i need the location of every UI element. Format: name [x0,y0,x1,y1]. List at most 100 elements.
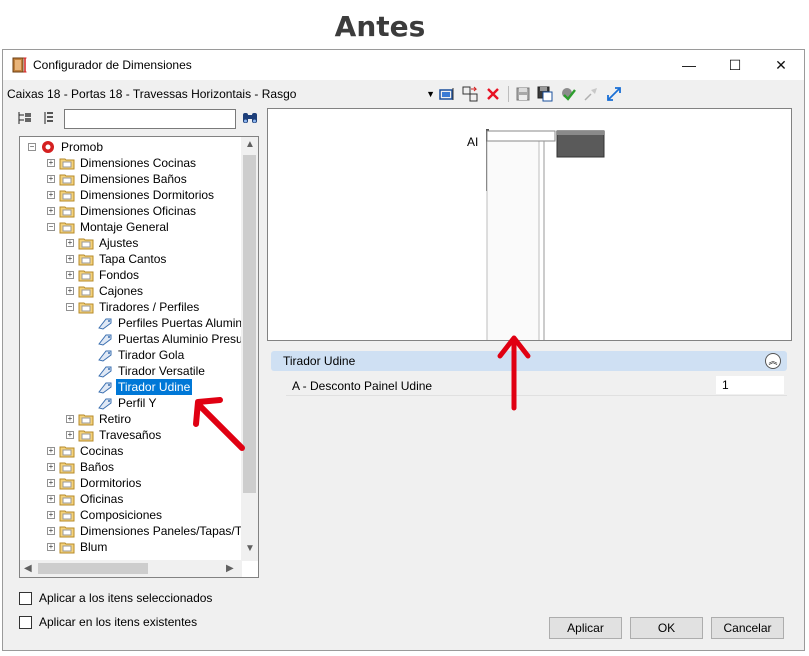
folder-icon [78,430,94,442]
profile-tag-icon [98,350,112,362]
save-as-icon[interactable] [537,86,553,102]
tree-node-label: Perfil Y [118,396,157,410]
tree-node[interactable]: + Dimensiones Baños [20,171,242,187]
expand-icon[interactable]: + [66,287,74,295]
tree-node-label: Retiro [99,412,132,426]
profile-tag-icon [98,334,112,346]
tree-node[interactable]: − Tiradores / Perfiles [20,299,242,315]
expand-icon[interactable]: + [66,255,74,263]
chevron-down-icon[interactable]: ▼ [245,543,255,554]
profile-tag-icon [98,318,112,330]
tree-node[interactable]: + Fondos [20,267,242,283]
chevron-right-icon[interactable]: ▶ [226,563,234,574]
tree-node[interactable]: + Oficinas [20,491,242,507]
expand-icon[interactable]: + [66,271,74,279]
expand-icon[interactable] [606,86,622,102]
tree-vertical-scrollbar[interactable]: ▲ ▼ [241,137,258,561]
pin-icon[interactable] [583,86,599,102]
expand-icon[interactable]: + [47,511,55,519]
folder-icon [59,206,75,218]
profile-tag-icon [98,398,112,410]
collapse-icon[interactable]: − [28,143,36,151]
chevron-down-icon: ▼ [426,89,435,99]
tree-horizontal-scrollbar[interactable]: ◀ ▶ [20,560,242,577]
properties-group-title: Tirador Udine [283,354,356,368]
tree-view-icon[interactable] [17,110,33,126]
search-input[interactable] [64,109,236,129]
cancel-button[interactable]: Cancelar [711,617,784,639]
tree-node-label: Cajones [99,284,144,298]
property-row[interactable]: A - Desconto Painel Udine 1 [286,376,787,396]
chevron-up-icon[interactable]: ▲ [245,139,255,150]
tree-node-label: Dimensiones Oficinas [80,204,197,218]
expand-icon[interactable]: + [47,447,55,455]
maximize-button[interactable]: ☐ [712,50,758,80]
tree-node-label: Cocinas [80,444,124,458]
expand-icon[interactable]: + [47,191,55,199]
tree-node-label: Dimensiones Baños [80,172,187,186]
delete-icon[interactable] [485,86,501,102]
move-icon[interactable] [462,86,478,102]
expand-icon[interactable]: + [47,463,55,471]
apply-button[interactable]: Aplicar [549,617,622,639]
expand-icon[interactable]: + [47,207,55,215]
expand-icon[interactable]: + [66,239,74,247]
tree-node[interactable]: + Dormitorios [20,475,242,491]
close-button[interactable]: ✕ [758,50,804,80]
tree-horizontal-scrollbar-thumb[interactable] [38,563,148,574]
tree-node[interactable]: − Montaje General [20,219,242,235]
select-icon[interactable] [439,86,455,102]
tree-node[interactable]: + Composiciones [20,507,242,523]
apply-selected-checkbox[interactable] [19,592,32,605]
collapse-icon[interactable]: − [47,223,55,231]
folder-icon [59,526,75,538]
apply-existing-label: Aplicar en los itens existentes [39,615,198,629]
tree-node-label: Puertas Aluminio Presupu [118,332,257,346]
ok-button[interactable]: OK [630,617,703,639]
tree-node[interactable]: + Baños [20,459,242,475]
tree-node[interactable]: Perfiles Puertas Aluminio [20,315,251,331]
folder-icon [59,510,75,522]
tree-node[interactable]: + Ajustes [20,235,242,251]
binoculars-icon[interactable] [241,110,259,126]
expand-icon[interactable]: + [66,431,74,439]
tree-node-label: Travesaños [99,428,162,442]
tree-node[interactable]: + Cajones [20,283,242,299]
save-icon[interactable] [515,86,531,102]
chevron-left-icon[interactable]: ◀ [24,563,32,574]
dimension-configurator-window: Configurador de Dimensiones — ☐ ✕ Caixas… [2,49,805,651]
expand-icon[interactable]: + [47,527,55,535]
tree-node[interactable]: + Dimensiones Cocinas [20,155,242,171]
tree-node[interactable]: Puertas Aluminio Presupu [20,331,256,347]
folder-icon [59,446,75,458]
folder-icon [78,270,94,282]
expand-icon[interactable]: + [47,479,55,487]
expand-icon[interactable]: + [66,415,74,423]
preview-panel[interactable]: AI [267,108,792,344]
tree-node[interactable]: + Dimensiones Dormitorios [20,187,242,203]
tree-node[interactable]: + Dimensiones Paneles/Tapas/Tar [20,523,251,539]
configuration-tree[interactable]: − Promob + Dimensiones Cocinas + Dimensiones … [19,136,259,578]
collapse-icon[interactable]: ︽ [765,353,781,369]
property-value-input[interactable]: 1 [716,376,784,394]
apply-check-icon[interactable] [560,86,576,102]
tree-node[interactable]: + Dimensiones Oficinas [20,203,242,219]
tree-node[interactable]: Tirador Versatile [20,363,242,379]
expand-icon[interactable]: + [47,175,55,183]
tree-node[interactable]: + Blum [20,539,242,555]
tree-node[interactable]: + Tapa Cantos [20,251,242,267]
collapse-icon[interactable]: − [66,303,74,311]
tree-node[interactable]: Tirador Gola [20,347,242,363]
minimize-button[interactable]: — [666,50,712,80]
expand-icon[interactable]: + [47,159,55,167]
configuration-select[interactable]: Caixas 18 - Portas 18 - Travessas Horizo… [7,85,435,103]
tree-node-label: Ajustes [99,236,139,250]
expand-icon[interactable]: + [47,543,55,551]
tree-node-label: Dormitorios [80,476,142,490]
list-view-icon[interactable] [40,110,56,126]
expand-icon[interactable]: + [47,495,55,503]
tree-root-node[interactable]: − Promob [20,139,242,155]
before-heading: Antes [334,10,426,43]
apply-existing-checkbox[interactable] [19,616,32,629]
folder-icon [59,190,75,202]
